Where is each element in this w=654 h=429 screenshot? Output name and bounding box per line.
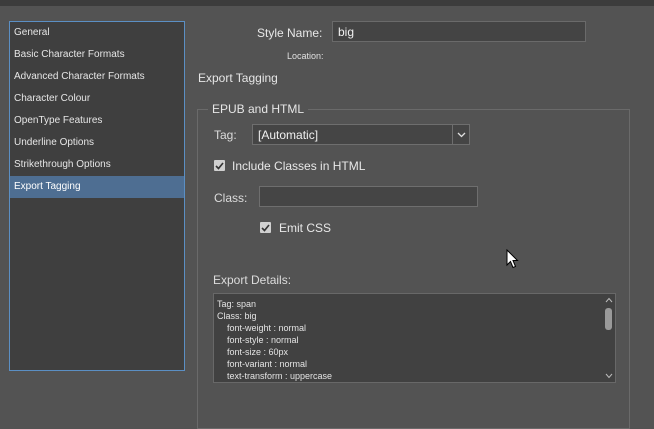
class-input[interactable]	[259, 186, 478, 207]
style-name-input[interactable]	[332, 21, 586, 42]
details-line: font-size : 60px	[217, 347, 289, 357]
class-label: Class:	[214, 191, 248, 205]
style-name-label: Style Name:	[257, 26, 323, 40]
title-bar-strip	[0, 0, 654, 6]
include-classes-checkbox[interactable]	[214, 160, 225, 171]
checkmark-icon	[215, 161, 224, 170]
sidebar-item-export-tagging[interactable]: Export Tagging	[10, 176, 184, 198]
emit-css-label[interactable]: Emit CSS	[279, 221, 331, 235]
tag-dropdown-value: [Automatic]	[258, 128, 319, 142]
include-classes-label[interactable]: Include Classes in HTML	[232, 159, 365, 173]
mouse-pointer-icon	[506, 249, 519, 269]
group-title: EPUB and HTML	[208, 102, 309, 116]
sidebar-item-general[interactable]: General	[10, 22, 184, 44]
sidebar-item-opentype-features[interactable]: OpenType Features	[10, 110, 184, 132]
triangle-up-icon[interactable]	[605, 297, 613, 303]
sidebar-item-strikethrough-options[interactable]: Strikethrough Options	[10, 154, 184, 176]
details-line: font-style : normal	[217, 335, 299, 345]
export-details-content: Tag: span Class: big font-weight : norma…	[217, 298, 332, 382]
checkmark-icon	[261, 223, 270, 232]
section-title: Export Tagging	[198, 71, 278, 85]
details-line: font-weight : normal	[217, 323, 307, 333]
tag-label: Tag:	[214, 128, 237, 142]
sidebar-item-basic-character-formats[interactable]: Basic Character Formats	[10, 44, 184, 66]
export-details-label: Export Details:	[213, 273, 292, 287]
details-line: Tag: span	[217, 299, 257, 309]
details-line: font-variant : normal	[217, 359, 308, 369]
triangle-down-icon[interactable]	[605, 373, 613, 379]
category-list: General Basic Character Formats Advanced…	[9, 21, 185, 371]
tag-dropdown[interactable]: [Automatic]	[252, 124, 470, 145]
emit-css-checkbox[interactable]	[260, 222, 271, 233]
sidebar-item-character-colour[interactable]: Character Colour	[10, 88, 184, 110]
details-scrollbar[interactable]	[603, 294, 615, 382]
location-label: Location:	[287, 51, 324, 61]
sidebar-item-underline-options[interactable]: Underline Options	[10, 132, 184, 154]
details-line: text-transform : uppercase	[217, 371, 333, 381]
scroll-thumb[interactable]	[605, 308, 612, 330]
export-details-textarea[interactable]: Tag: span Class: big font-weight : norma…	[213, 293, 616, 383]
chevron-down-icon[interactable]	[452, 125, 469, 144]
sidebar-item-advanced-character-formats[interactable]: Advanced Character Formats	[10, 66, 184, 88]
details-line: Class: big	[217, 311, 257, 321]
